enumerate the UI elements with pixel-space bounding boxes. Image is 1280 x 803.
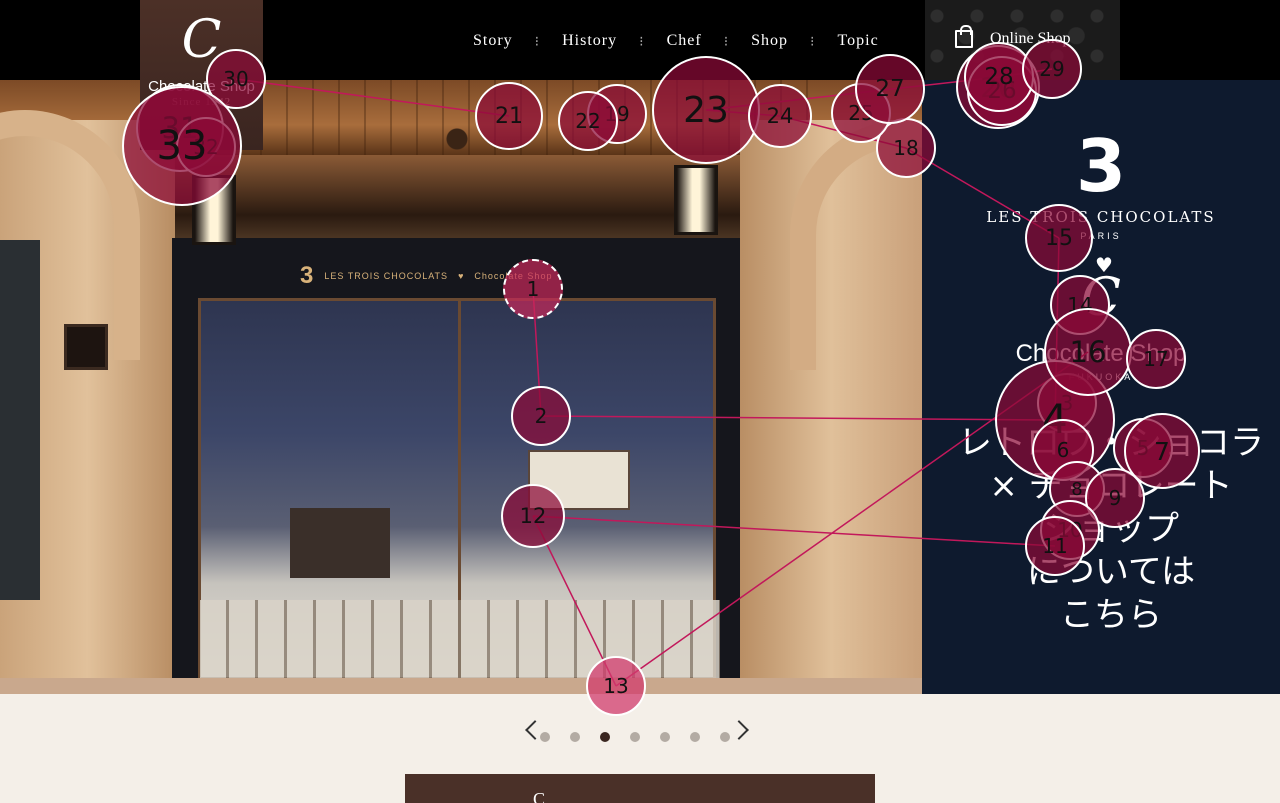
online-shop-label: Online Shop xyxy=(990,30,1071,47)
promo-number: 3 xyxy=(1075,124,1127,208)
lantern-left xyxy=(192,175,236,245)
nav-chef[interactable]: Chef xyxy=(667,32,702,50)
nav-story[interactable]: Story xyxy=(473,32,513,50)
nav-separator: ⁝ xyxy=(810,32,816,49)
slider-dot-6[interactable] xyxy=(690,732,700,742)
nav-separator: ⁝ xyxy=(534,32,541,49)
promo-logo-mark: C xyxy=(1081,268,1121,328)
slider-dot-1[interactable] xyxy=(540,732,550,742)
promo-shop-name: Chocolate Shop xyxy=(1015,340,1187,367)
lantern-right xyxy=(674,165,718,235)
left-window xyxy=(0,240,40,600)
display-case xyxy=(528,450,630,510)
shopping-bag-icon xyxy=(955,25,973,48)
slider-controls xyxy=(520,720,750,750)
slider-dot-7[interactable] xyxy=(720,732,730,742)
promo-city: PARIS xyxy=(1080,231,1122,241)
chevron-right-icon[interactable] xyxy=(729,720,749,740)
sign-mark: 3 xyxy=(300,262,315,289)
bottom-logo-mark: C xyxy=(533,789,546,803)
sign-shop: Chocolate Shop xyxy=(474,271,553,281)
slider-dot-5[interactable] xyxy=(660,732,670,742)
bottom-section-header: C xyxy=(405,774,875,803)
ceiling-beams xyxy=(260,80,820,155)
logo-mark: C xyxy=(181,10,222,70)
heart-icon: ♥ xyxy=(458,271,465,281)
site-logo[interactable]: C Chocolate Shop Since 1942 xyxy=(140,0,263,150)
store-sign: 3 LES TROIS CHOCOLATS ♥ Chocolate Shop xyxy=(300,260,610,292)
store-floor xyxy=(200,600,720,678)
promo-banner[interactable]: 3 LES TROIS CHOCOLATS PARIS ♥ C Chocolat… xyxy=(922,80,1280,694)
slider-dot-4[interactable] xyxy=(630,732,640,742)
nav-history[interactable]: History xyxy=(562,32,617,50)
nav-separator: ⁝ xyxy=(639,32,645,49)
nav-separator: ⁝ xyxy=(723,32,730,49)
nav-topic[interactable]: Topic xyxy=(838,32,879,50)
online-shop-button[interactable]: Online Shop xyxy=(925,0,1120,80)
hero-slide-image[interactable]: 3 LES TROIS CHOCOLATS ♥ Chocolate Shop xyxy=(0,80,922,694)
slider-dot-2[interactable] xyxy=(570,732,580,742)
wall-sign xyxy=(64,324,108,370)
promo-link-text: レトロワ・ショコラ × チョコレート ショップ については こちら xyxy=(958,423,1264,635)
ceiling-fan xyxy=(422,120,492,158)
main-nav: Story ⁝ History ⁝ Chef ⁝ Shop ⁝ Topic xyxy=(473,30,879,52)
promo-brand: LES TROIS CHOCOLATS xyxy=(986,208,1216,226)
logo-name: Chocolate Shop xyxy=(148,78,255,95)
slider-dot-3[interactable] xyxy=(600,732,610,742)
promo-location: FUKUOKA xyxy=(1068,372,1134,382)
store-counter xyxy=(290,508,390,578)
nav-shop[interactable]: Shop xyxy=(751,32,788,50)
sign-brand: LES TROIS CHOCOLATS xyxy=(324,271,449,281)
walkway xyxy=(0,678,922,694)
logo-since: Since 1942 xyxy=(171,96,232,108)
